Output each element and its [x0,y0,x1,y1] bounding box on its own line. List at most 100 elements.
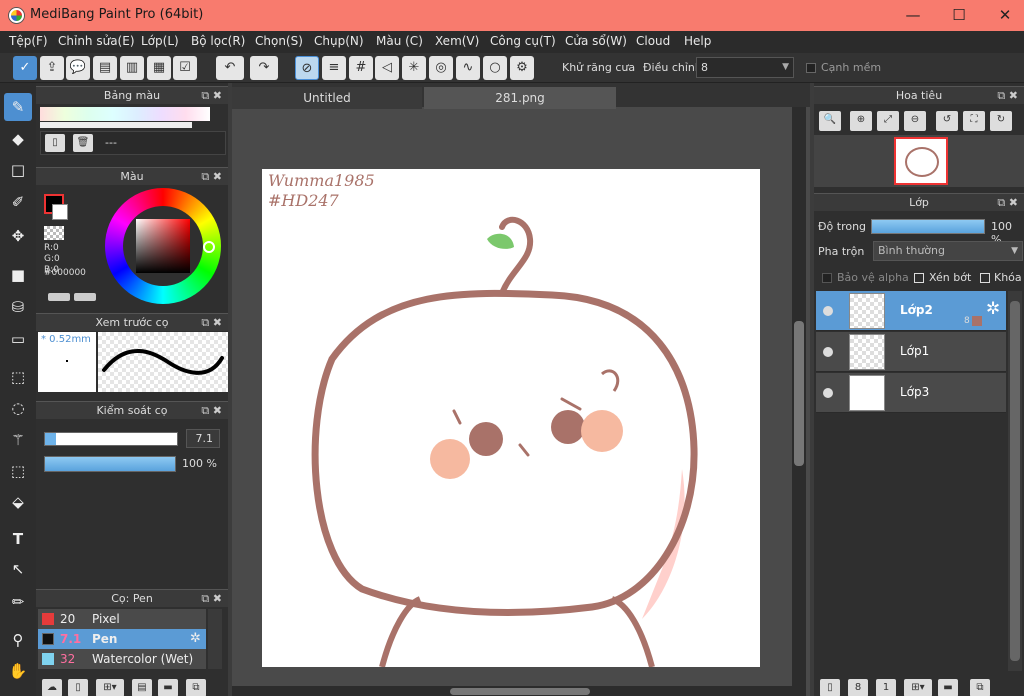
vertical-scrollbar[interactable] [792,107,806,696]
protect-alpha-checkbox[interactable] [822,273,832,283]
brush-item-pixel[interactable]: 20 Pixel [38,609,206,629]
eye-icon[interactable] [823,388,833,398]
gradient-tool-icon[interactable]: ▭ [4,325,32,353]
fit-window-icon[interactable]: ⤢ [877,111,899,131]
layer-opacity-slider[interactable] [871,219,985,234]
layer-row-lop2[interactable]: Lớp2 8 ✲ [816,291,1006,331]
adjust-select[interactable]: 8 ▼ [696,57,794,78]
zoom-in-icon[interactable]: ⊕ [850,111,872,131]
share-icon[interactable]: ⇪ [40,56,64,80]
gear-icon[interactable]: ⚙ [510,56,534,80]
eye-icon[interactable] [823,347,833,357]
folder-icon[interactable]: ▬ [158,679,178,696]
checklist-icon[interactable]: ☑ [173,56,197,80]
hand-tool-icon[interactable]: ✋ [4,657,32,685]
parallel-snap-icon[interactable]: ≡ [322,56,346,80]
brush-size-field[interactable]: 7.1 [186,429,220,448]
select-tool-icon[interactable]: ⬚ [4,363,32,391]
navigator-preview[interactable] [814,135,1024,187]
cloud-save-icon[interactable]: ✓ [13,56,37,80]
comment-icon[interactable]: ▤ [93,56,117,80]
panel-float-close-icons[interactable]: ⧉ ✖ [201,590,222,608]
transparent-color-swatch[interactable] [44,226,64,240]
zoom-out-icon[interactable]: ⊖ [904,111,926,131]
menu-edit[interactable]: Chỉnh sửa(E) [58,34,135,48]
new-1bit-layer-icon[interactable]: 1 [876,679,896,696]
undo-icon[interactable]: ↶ [216,56,244,80]
eraser-tool-icon[interactable]: ◆ [4,125,32,153]
palette-row[interactable] [40,122,192,128]
curve-snap-icon[interactable]: ∿ [456,56,480,80]
menu-select[interactable]: Chọn(S) [255,34,303,48]
panel-float-close-icons[interactable]: ⧉ ✖ [201,168,222,186]
page-icon[interactable]: ▥ [120,56,144,80]
reset-rotation-icon[interactable]: ⛶ [963,111,985,131]
zoom-fit-icon[interactable]: 🔍 [819,111,841,131]
clipping-checkbox[interactable] [914,273,924,283]
gear-icon[interactable]: ✲ [986,299,1000,319]
gear-icon[interactable]: ✲ [190,629,201,649]
magic-wand-tool-icon[interactable]: ⚚ [4,426,32,454]
soft-edge-checkbox[interactable] [806,63,816,73]
bucket-tool-icon[interactable]: ⛁ [4,293,32,321]
saturation-value-square[interactable] [136,219,190,273]
menu-snap[interactable]: Chụp(N) [314,34,364,48]
eyedropper-tool-icon[interactable]: ⚲ [4,626,32,654]
secondary-color-swatch[interactable] [52,204,68,220]
scrollbar-thumb[interactable] [450,688,590,695]
select-eraser-tool-icon[interactable]: ⬙ [4,488,32,516]
trash-icon[interactable]: 🗑 [73,134,93,152]
add-brush-icon[interactable]: ⊞▾ [96,679,124,696]
menu-color[interactable]: Màu (C) [376,34,423,48]
close-button[interactable]: ✕ [982,0,1024,31]
horizontal-scrollbar[interactable] [232,686,792,696]
hue-handle[interactable] [203,241,215,253]
minimize-button[interactable]: — [890,0,936,31]
layer-list-scrollbar[interactable] [1008,291,1022,671]
page-settings-icon[interactable]: ▦ [147,56,171,80]
snap-off-icon[interactable]: ⊘ [295,56,319,80]
tab-281-png[interactable]: 281.png [424,87,616,109]
radial-snap-icon[interactable]: ✳ [402,56,426,80]
scrollbar-thumb[interactable] [794,321,804,466]
text-tool-icon[interactable]: T [4,525,32,553]
menu-window[interactable]: Cửa sổ(W) [565,34,627,48]
color-mode-button-2[interactable] [74,293,96,301]
circle-snap-icon[interactable]: ○ [483,56,507,80]
folder-icon[interactable]: ▬ [938,679,958,696]
divide-tool-icon[interactable]: ✏ [4,588,32,616]
panel-float-close-icons[interactable]: ⧉ ✖ [997,87,1018,105]
add-layer-menu-icon[interactable]: ⊞▾ [904,679,932,696]
blend-mode-select[interactable]: Bình thường ▼ [873,241,1023,261]
speech-bubble-icon[interactable]: 💬 [66,56,90,80]
panel-float-close-icons[interactable]: ⧉ ✖ [997,194,1018,212]
menu-cloud[interactable]: Cloud [636,34,670,48]
cloud-brush-icon[interactable]: ☁ [42,679,62,696]
brush-list-scrollbar[interactable] [208,609,222,669]
brush-settings-icon[interactable]: ▤ [132,679,152,696]
menu-filter[interactable]: Bộ lọc(R) [191,34,245,48]
new-palette-icon[interactable]: ▯ [45,134,65,152]
menu-file[interactable]: Tệp(F) [9,34,48,48]
eye-icon[interactable] [823,306,833,316]
brush-item-pen[interactable]: 7.1 Pen ✲ [38,629,206,649]
menu-tools[interactable]: Công cụ(T) [490,34,556,48]
move-tool-icon[interactable]: ✥ [4,222,32,250]
lasso-tool-icon[interactable]: ◌ [4,394,32,422]
panel-float-close-icons[interactable]: ⧉ ✖ [201,87,222,105]
new-8bit-layer-icon[interactable]: 8 [848,679,868,696]
dot-tool-icon[interactable]: ✐ [4,188,32,216]
panel-float-close-icons[interactable]: ⧉ ✖ [201,402,222,420]
fill-rect-tool-icon[interactable]: ■ [4,261,32,289]
lock-checkbox[interactable] [980,273,990,283]
select-pen-tool-icon[interactable]: ⬚ [4,457,32,485]
maximize-button[interactable]: ☐ [936,0,982,31]
operation-tool-icon[interactable]: ↖ [4,555,32,583]
panel-float-close-icons[interactable]: ⧉ ✖ [201,314,222,332]
concentric-snap-icon[interactable]: ◎ [429,56,453,80]
perspective-snap-icon[interactable]: ◁ [375,56,399,80]
color-mode-button[interactable] [48,293,70,301]
menu-view[interactable]: Xem(V) [435,34,479,48]
color-wheel[interactable] [105,188,221,304]
shape-tool-icon[interactable]: □ [4,156,32,184]
